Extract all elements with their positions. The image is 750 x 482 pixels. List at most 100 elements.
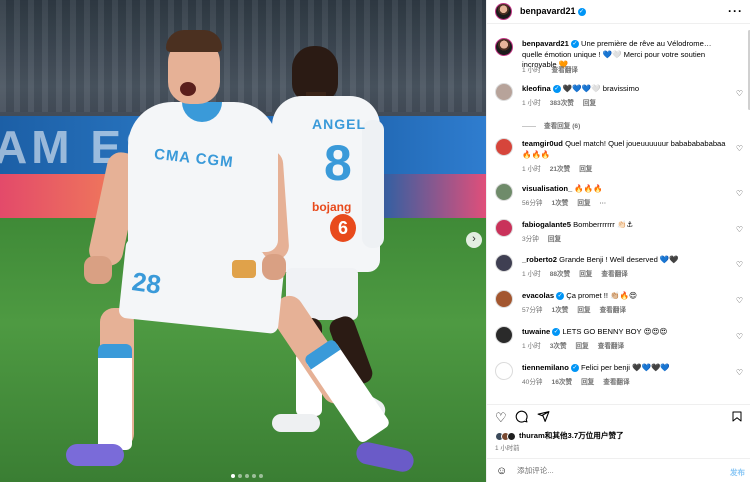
comment-likes[interactable]: 383次赞 [550, 100, 574, 107]
likes-summary[interactable]: thuram和其他3.7万位用户赞了 [495, 430, 624, 441]
liker-username[interactable]: thuram [519, 431, 545, 440]
avatar[interactable] [495, 3, 512, 20]
reply-button[interactable]: 回复 [579, 166, 592, 173]
comment-time: 1 小时 [522, 343, 541, 350]
comment-like-icon[interactable]: ♡ [736, 332, 743, 341]
comment-username[interactable]: evacolas [522, 291, 554, 300]
view-replies-button[interactable]: 查看回复 (6) [522, 120, 580, 130]
share-icon[interactable] [537, 410, 550, 426]
comment-username[interactable]: tiennemilano [522, 363, 569, 372]
reply-button[interactable]: 回复 [579, 271, 592, 278]
author-username[interactable]: benpavard21 ✓ [520, 6, 586, 16]
avatar[interactable] [495, 183, 513, 201]
comment-meta: 40分钟 16次赞 回复 查看翻译 [522, 376, 639, 386]
more-options-button[interactable]: ··· [728, 4, 743, 18]
comment-like-icon[interactable]: ♡ [736, 144, 743, 153]
emoji-icon[interactable]: ☺ [496, 465, 507, 477]
avatar[interactable] [495, 254, 513, 272]
comment-username[interactable]: tuwaine [522, 327, 550, 336]
comment-like-icon[interactable]: ♡ [736, 89, 743, 98]
comment-time: 57分钟 [522, 307, 543, 314]
avatar[interactable] [495, 38, 513, 56]
verified-icon: ✓ [552, 328, 561, 336]
next-slide-button[interactable]: › [466, 232, 482, 248]
carousel-dots [231, 474, 263, 478]
post-comment-button[interactable]: 发布 [730, 467, 745, 478]
comment-time: 40分钟 [522, 379, 543, 386]
heart-outline-icon[interactable]: ♡ [495, 410, 507, 426]
comment-username[interactable]: _roberto2 [522, 255, 557, 264]
reply-button[interactable]: 回复 [577, 200, 590, 207]
comment-like-icon[interactable]: ♡ [736, 260, 743, 269]
translate-link[interactable]: 查看翻译 [601, 271, 627, 278]
comment-meta: 1 小时 21次赞 回复 [522, 163, 601, 173]
comment-body: fabiogalante5 Bomberrrrrrr 👏🏻⚓ [522, 220, 730, 231]
likes-text[interactable]: 和其他3.7万位用户赞了 [545, 431, 624, 440]
reply-button[interactable]: 回复 [581, 379, 594, 386]
reply-button[interactable]: 回复 [583, 100, 596, 107]
comment-meta: 1 小时 88次赞 回复 查看翻译 [522, 268, 637, 278]
verified-icon: ✓ [552, 85, 561, 93]
verified-icon: ✓ [570, 364, 579, 372]
reply-button[interactable]: 回复 [577, 307, 590, 314]
comment-likes[interactable]: 88次赞 [550, 271, 571, 278]
comment-likes[interactable]: 3次赞 [550, 343, 567, 350]
reply-button[interactable]: 回复 [548, 236, 561, 243]
comment-username[interactable]: visualisation_ [522, 184, 572, 193]
comment-more-button[interactable]: ··· [600, 200, 607, 207]
comment-likes[interactable]: 16次赞 [552, 379, 573, 386]
verified-icon: ✓ [570, 40, 579, 48]
comments-list: benpavard21 ✓ Une première de rêve au Vél… [487, 26, 750, 400]
comment-time: 1 小时 [522, 100, 541, 107]
post-photo[interactable]: AM ES ANGEL 8 bojang 6 28 CMA CGM › [0, 0, 486, 482]
avatar[interactable] [495, 362, 513, 380]
reply-button[interactable]: 回复 [576, 343, 589, 350]
translate-link[interactable]: 查看翻译 [600, 307, 626, 314]
comment-likes[interactable]: 1次赞 [552, 307, 569, 314]
translate-link[interactable]: 查看翻译 [552, 67, 578, 74]
comment-time: 56分钟 [522, 200, 543, 207]
player-front-number: 28 [130, 266, 163, 300]
comment-username[interactable]: kleofina [522, 84, 551, 93]
comment-text: LETS GO BENNY BOY 😍😍😍 [562, 327, 668, 336]
comment-text: 🔥🔥🔥 [574, 184, 603, 193]
player-front-fist [84, 256, 112, 284]
comment-time: 1 小时 [522, 271, 541, 278]
comment-like-icon[interactable]: ♡ [736, 368, 743, 377]
caption-time: 1 小时 [522, 67, 541, 74]
caption-username[interactable]: benpavard21 [522, 39, 569, 48]
avatar[interactable] [495, 290, 513, 308]
comment-username[interactable]: fabiogalante5 [522, 220, 571, 229]
comment-input[interactable] [517, 466, 697, 475]
player-back-shoe [272, 414, 320, 432]
comment-text: Grande Benji ! Well deserved 💙🖤 [559, 255, 679, 264]
carousel-dot [245, 474, 249, 478]
avatar[interactable] [495, 326, 513, 344]
comment-likes[interactable]: 1次赞 [552, 200, 569, 207]
carousel-dot [259, 474, 263, 478]
player-back-name: ANGEL [312, 116, 366, 132]
translate-link[interactable]: 查看翻译 [603, 379, 629, 386]
avatar[interactable] [495, 219, 513, 237]
comment-text: 🖤💙💙🤍 bravissimo [562, 84, 640, 93]
comment-like-icon[interactable]: ♡ [736, 296, 743, 305]
sponsor-logo: 6 [330, 214, 356, 242]
comment-icon[interactable] [515, 410, 528, 426]
player-front-shirt [128, 102, 278, 252]
author-username-text[interactable]: benpavard21 [520, 6, 576, 16]
verified-icon: ✓ [556, 292, 565, 300]
comment-like-icon[interactable]: ♡ [736, 225, 743, 234]
comment-username[interactable]: teamgir0ud [522, 139, 563, 148]
avatar[interactable] [495, 138, 513, 156]
bookmark-icon[interactable] [731, 410, 743, 426]
comment-like-icon[interactable]: ♡ [736, 189, 743, 198]
comment-likes[interactable]: 21次赞 [550, 166, 571, 173]
comment-body: tiennemilano ✓ Felici per benji 🖤💙🖤💙 [522, 363, 730, 374]
player-front-hair [166, 30, 222, 52]
avatar[interactable] [495, 83, 513, 101]
player-back-arm [362, 120, 384, 248]
comment-body: _roberto2 Grande Benji ! Well deserved 💙… [522, 255, 730, 266]
translate-link[interactable]: 查看翻译 [598, 343, 624, 350]
comment-time: 3分钟 [522, 236, 539, 243]
post-panel: benpavard21 ✓ ··· benpavard21 ✓ Une premiè… [486, 0, 750, 482]
